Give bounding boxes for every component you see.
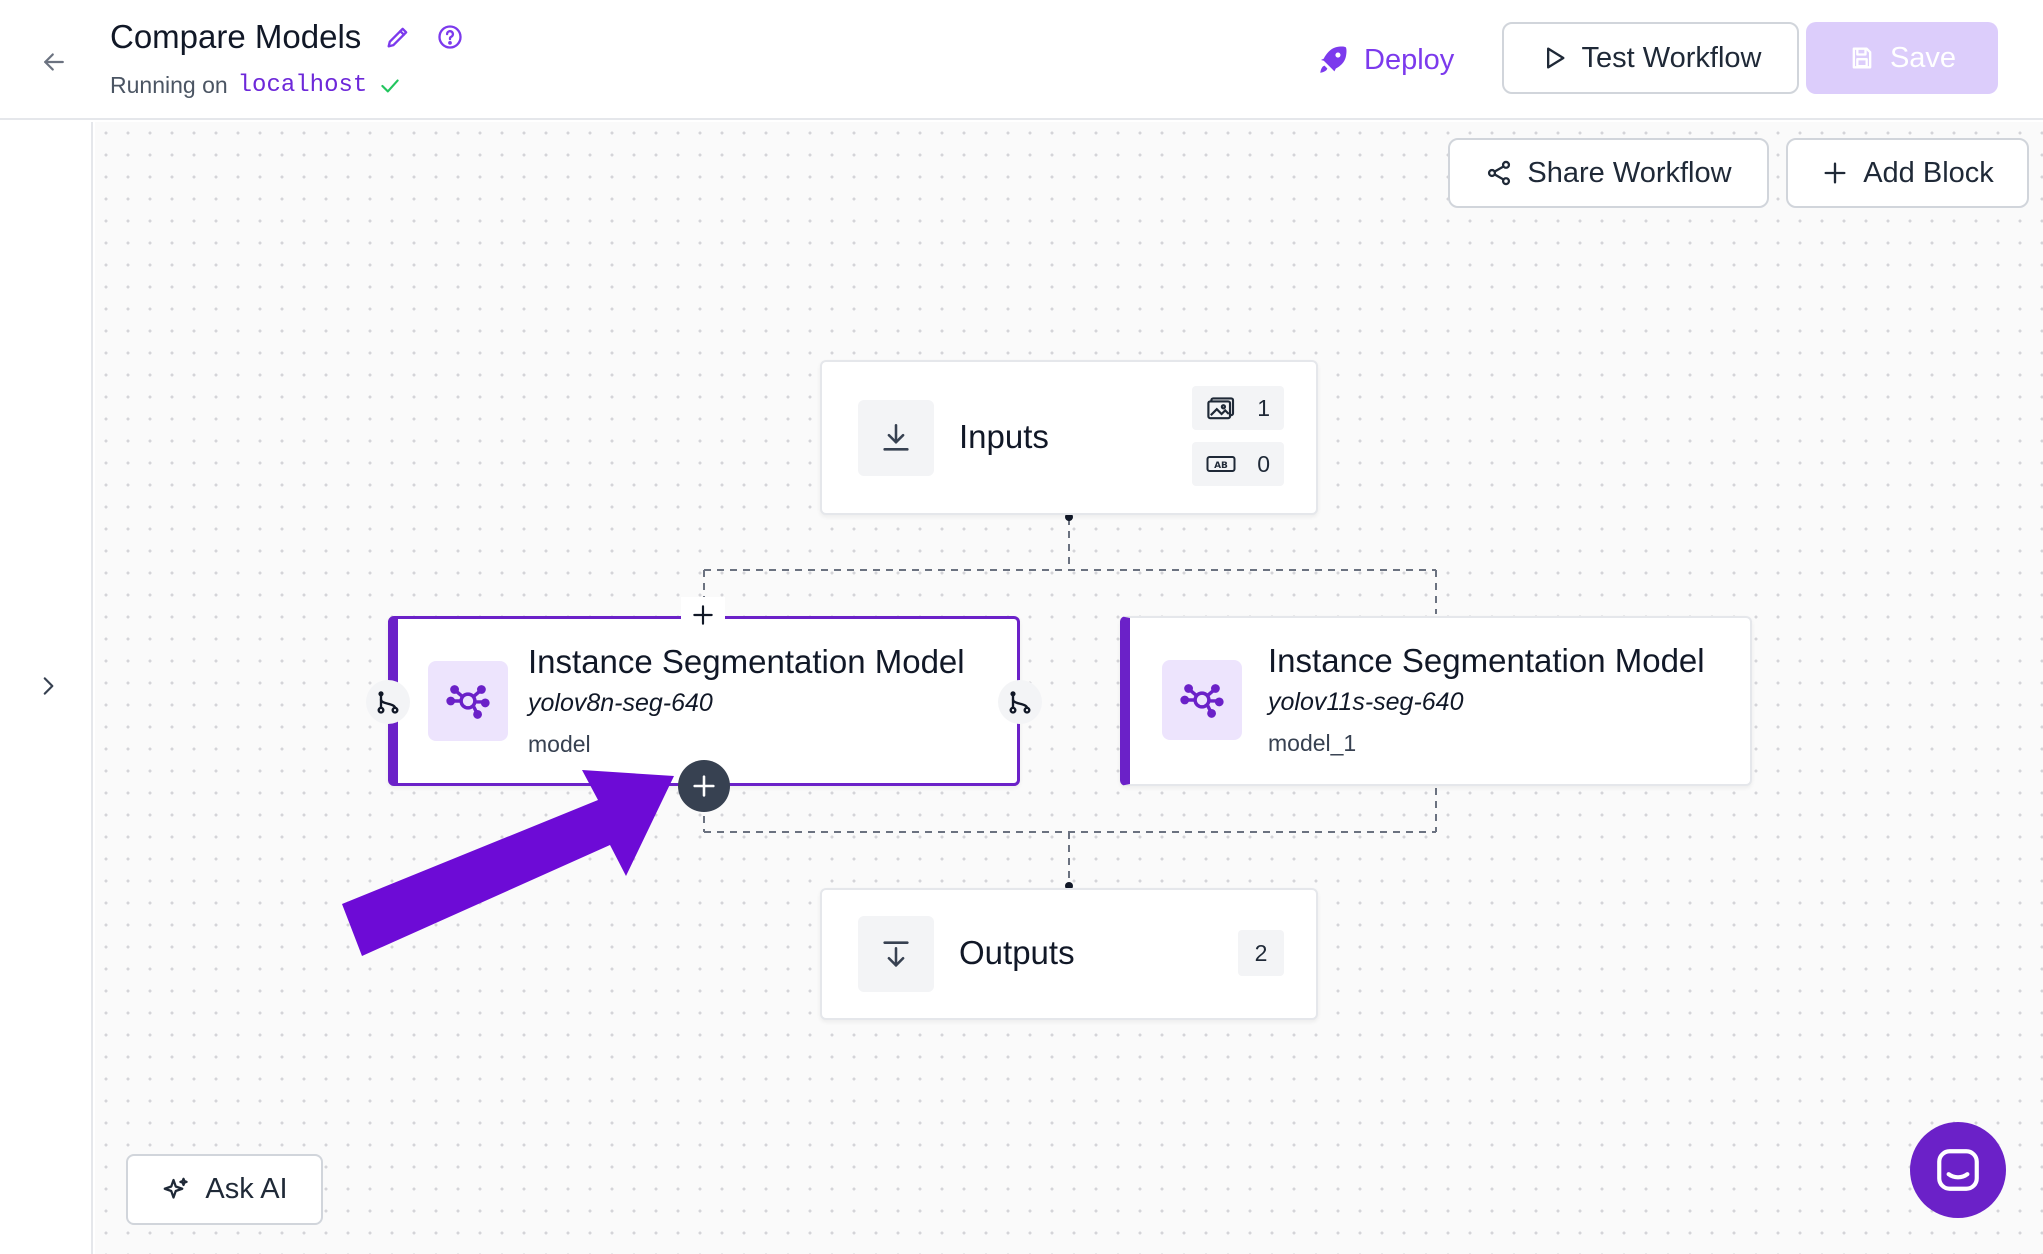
- page-title: Compare Models: [110, 18, 362, 55]
- plus-icon: [1824, 162, 1846, 184]
- deploy-label: Deploy: [1364, 43, 1455, 76]
- back-arrow-icon: [44, 53, 64, 71]
- chevron-right-icon: [43, 677, 54, 695]
- model-2-title: Instance Segmentation Model: [1268, 642, 1705, 679]
- add-block-button[interactable]: Add Block: [1786, 138, 2029, 208]
- branch-icon: [377, 691, 399, 714]
- download-icon: [883, 423, 909, 451]
- back-button[interactable]: [36, 44, 72, 80]
- expand-sidebar-button[interactable]: [30, 668, 66, 704]
- image-input-count: 1: [1192, 386, 1284, 430]
- share-workflow-label: Share Workflow: [1527, 156, 1732, 189]
- model-graph-icon: [1180, 684, 1224, 718]
- output-icon: [883, 941, 909, 967]
- branch-icon: [1009, 691, 1031, 714]
- title-row: Compare Models: [110, 18, 465, 56]
- ask-ai-button[interactable]: Ask AI: [126, 1154, 323, 1225]
- help-icon: [438, 25, 462, 49]
- model-1-name: model: [528, 731, 591, 757]
- plus-icon: [693, 775, 715, 797]
- model-2-name: model_1: [1268, 730, 1357, 756]
- param-count: 0: [1257, 450, 1270, 477]
- deploy-button[interactable]: Deploy: [1316, 36, 1454, 84]
- save-icon: [1852, 47, 1872, 69]
- check-icon: [381, 79, 399, 92]
- image-icon: [1207, 397, 1235, 420]
- param-input-count: AB 0: [1192, 442, 1284, 486]
- inputs-icon-box: [858, 400, 934, 476]
- running-status: Running on localhost: [110, 72, 403, 99]
- help-button[interactable]: [435, 22, 465, 52]
- model-2-id: yolov11s-seg-640: [1268, 688, 1464, 716]
- outputs-icon-box: [858, 916, 934, 992]
- left-sidebar: [0, 122, 93, 1254]
- model-1-id: yolov8n-seg-640: [528, 689, 713, 717]
- test-workflow-button[interactable]: Test Workflow: [1502, 22, 1799, 94]
- outputs-count-badge: 2: [1238, 930, 1284, 976]
- model-icon-box: [1162, 660, 1242, 740]
- image-count: 1: [1257, 394, 1270, 421]
- ask-ai-label: Ask AI: [205, 1173, 288, 1205]
- sparkle-icon: [164, 1177, 189, 1199]
- chat-icon: [1937, 1149, 1979, 1191]
- play-icon: [1546, 47, 1565, 69]
- edit-title-button[interactable]: [383, 22, 413, 52]
- outputs-label: Outputs: [959, 934, 1075, 971]
- header-bar: Compare Models Running on localhost Depl…: [0, 0, 2043, 120]
- rocket-icon: [1320, 46, 1347, 73]
- model-icon-box: [428, 661, 508, 741]
- test-workflow-label: Test Workflow: [1581, 41, 1762, 74]
- running-prefix: Running on: [110, 72, 228, 98]
- model-block-2[interactable]: Instance Segmentation Model yolov11s-seg…: [1120, 616, 1752, 786]
- outputs-count: 2: [1254, 939, 1268, 966]
- outputs-node[interactable]: Outputs 2: [820, 888, 1318, 1020]
- pencil-icon: [387, 27, 408, 48]
- save-label: Save: [1889, 41, 1957, 74]
- add-block-label: Add Block: [1863, 156, 1994, 189]
- inputs-node[interactable]: Inputs 1 AB 0: [820, 360, 1318, 515]
- model-1-right-branch-handle[interactable]: [998, 680, 1042, 724]
- plus-icon: [693, 605, 713, 625]
- text-icon: AB: [1206, 456, 1236, 472]
- share-workflow-button[interactable]: Share Workflow: [1448, 138, 1769, 208]
- host-label: localhost: [237, 72, 368, 99]
- add-block-below-button[interactable]: [678, 760, 730, 812]
- add-block-above-button[interactable]: [681, 597, 725, 633]
- inputs-label: Inputs: [959, 418, 1049, 455]
- chat-support-button[interactable]: [1910, 1122, 2006, 1218]
- share-icon: [1488, 160, 1511, 186]
- model-1-title: Instance Segmentation Model: [528, 643, 965, 680]
- save-button[interactable]: Save: [1806, 22, 1998, 94]
- svg-text:AB: AB: [1214, 461, 1228, 471]
- model-1-left-branch-handle[interactable]: [366, 680, 410, 724]
- model-graph-icon: [446, 685, 490, 719]
